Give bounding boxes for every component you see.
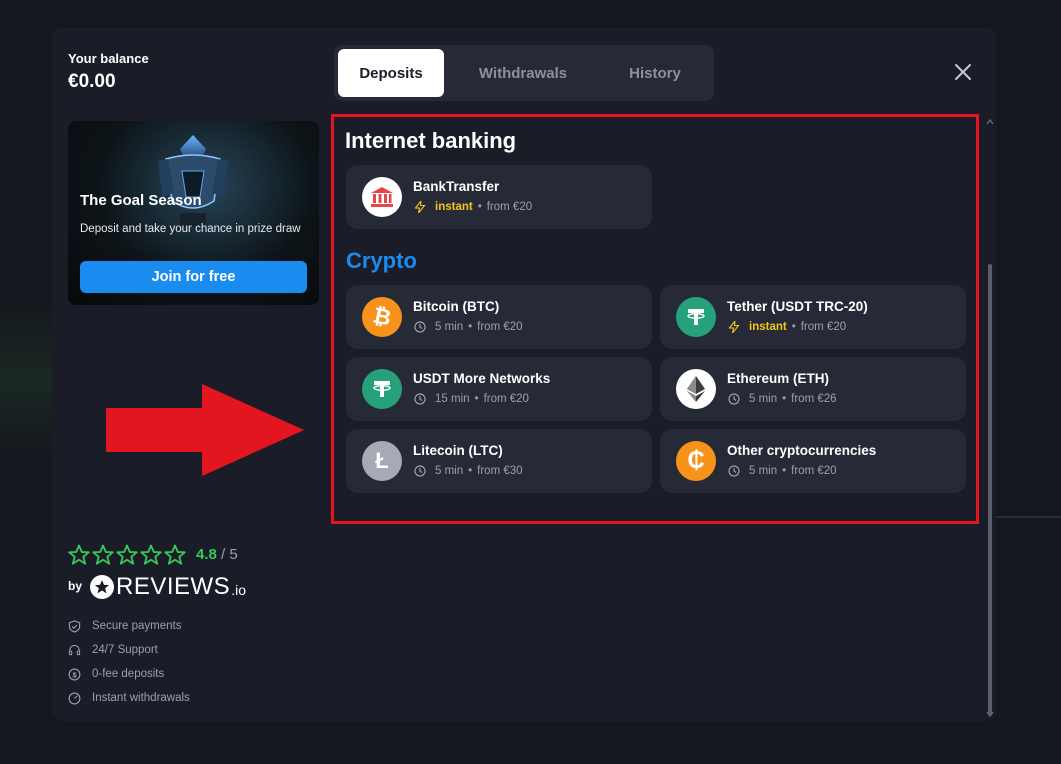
method-card-banktransfer[interactable]: BankTransfer instant • from €20 — [346, 165, 652, 229]
method-min: from €20 — [486, 201, 533, 213]
balance-value: €0.00 — [68, 71, 116, 92]
feature-item: 24/7 Support — [68, 638, 190, 662]
coin-icon: ₵ — [676, 441, 716, 481]
method-min: from €26 — [791, 393, 837, 405]
star-icon — [140, 544, 162, 565]
star-icon — [164, 544, 186, 565]
tab-deposits[interactable]: Deposits — [338, 49, 444, 97]
method-card-other-crypto[interactable]: ₵ Other cryptocurrencies 5 min • from €2… — [660, 429, 966, 493]
bank-icon — [362, 177, 402, 217]
method-min: from €20 — [791, 465, 837, 477]
star-icon — [68, 544, 90, 565]
deposit-modal: Your balance €0.00 The Goal Season Depos… — [52, 28, 996, 721]
dollar-icon: $ — [68, 668, 81, 680]
scrollbar-thumb[interactable] — [988, 264, 992, 714]
method-meta: 5 min • from €20 — [414, 321, 523, 333]
method-min: from €20 — [483, 393, 529, 405]
method-speed: 15 min — [435, 393, 470, 405]
internet-banking-title: Internet banking — [345, 128, 517, 153]
method-meta: 15 min • from €20 — [414, 393, 529, 405]
bitcoin-icon: ₿ — [362, 297, 402, 337]
method-meta: 5 min • from €20 — [728, 465, 837, 477]
crypto-title: Crypto — [346, 248, 417, 273]
rating-stars — [68, 544, 186, 566]
promo-title: The Goal Season — [80, 192, 202, 209]
method-speed: instant — [435, 201, 473, 213]
scroll-down-icon[interactable] — [986, 710, 994, 718]
method-name: Bitcoin (BTC) — [413, 299, 500, 314]
background-chart-hint — [0, 300, 60, 460]
clock-icon — [414, 465, 426, 477]
headset-icon — [68, 644, 81, 655]
tab-history[interactable]: History — [602, 49, 708, 97]
star-icon — [116, 544, 138, 565]
method-card-litecoin[interactable]: Ł Litecoin (LTC) 5 min • from €30 — [346, 429, 652, 493]
method-meta: 5 min • from €26 — [728, 393, 837, 405]
features-list: Secure payments 24/7 Support $ 0-fee dep… — [68, 614, 190, 710]
clock-icon — [728, 465, 740, 477]
feature-item: $ 0-fee deposits — [68, 662, 190, 686]
method-card-tether-trc20[interactable]: Tether (USDT TRC-20) instant • from €20 — [660, 285, 966, 349]
scroll-up-icon[interactable] — [986, 118, 994, 126]
background-line — [991, 516, 1061, 518]
method-speed: 5 min — [749, 393, 778, 405]
clock-icon — [414, 321, 426, 333]
method-card-ethereum[interactable]: Ethereum (ETH) 5 min • from €26 — [660, 357, 966, 421]
method-name: Tether (USDT TRC-20) — [727, 299, 868, 314]
feature-label: 24/7 Support — [92, 644, 158, 656]
tether-icon — [676, 297, 716, 337]
feature-item: Instant withdrawals — [68, 686, 190, 710]
feature-label: Instant withdrawals — [92, 692, 190, 704]
feature-label: 0-fee deposits — [92, 668, 165, 680]
feature-label: Secure payments — [92, 620, 182, 632]
method-name: BankTransfer — [413, 179, 500, 194]
rating-out-of: / 5 — [221, 546, 238, 563]
tab-withdrawals[interactable]: Withdrawals — [444, 49, 602, 97]
method-speed: 5 min — [749, 465, 778, 477]
reviews-by-label: by — [68, 579, 83, 593]
lightning-icon — [414, 201, 426, 213]
method-name: Litecoin (LTC) — [413, 443, 503, 458]
method-card-bitcoin[interactable]: ₿ Bitcoin (BTC) 5 min • from €20 — [346, 285, 652, 349]
method-name: USDT More Networks — [413, 371, 551, 386]
method-speed: 5 min — [435, 465, 464, 477]
method-card-usdt-more-networks[interactable]: USDT More Networks 15 min • from €20 — [346, 357, 652, 421]
close-icon[interactable] — [954, 63, 972, 81]
annotation-arrow-icon — [106, 384, 304, 476]
shield-icon — [68, 619, 81, 633]
feature-item: Secure payments — [68, 614, 190, 638]
method-name: Other cryptocurrencies — [727, 443, 877, 458]
clock-icon — [414, 393, 426, 405]
lightning-icon — [728, 321, 740, 333]
reviews-brand: REVIEWS — [116, 573, 231, 600]
rating-score: 4.8 / 5 — [196, 546, 238, 563]
method-meta: 5 min • from €30 — [414, 465, 523, 477]
litecoin-icon: Ł — [362, 441, 402, 481]
method-min: from €30 — [477, 465, 523, 477]
method-min: from €20 — [800, 321, 847, 333]
tab-bar: Deposits Withdrawals History — [334, 45, 714, 101]
method-name: Ethereum (ETH) — [727, 371, 830, 386]
method-min: from €20 — [477, 321, 523, 333]
rating-value: 4.8 — [196, 546, 217, 563]
trophy-icon — [158, 135, 228, 227]
tether-icon — [362, 369, 402, 409]
speedometer-icon — [68, 692, 81, 704]
reviews-io-logo[interactable]: REVIEWS .io — [90, 573, 246, 601]
star-icon — [92, 544, 114, 565]
promo-text: Deposit and take your chance in prize dr… — [80, 223, 301, 235]
join-for-free-button[interactable]: Join for free — [80, 261, 307, 293]
promo-banner[interactable]: The Goal Season Deposit and take your ch… — [68, 121, 319, 305]
clock-icon — [728, 393, 740, 405]
method-speed: instant — [749, 321, 787, 333]
reviews-suffix: .io — [231, 582, 246, 598]
svg-text:$: $ — [72, 670, 77, 679]
balance-label: Your balance — [68, 51, 149, 66]
method-meta: instant • from €20 — [414, 201, 532, 213]
method-speed: 5 min — [435, 321, 464, 333]
star-badge-icon — [90, 575, 114, 599]
method-meta: instant • from €20 — [728, 321, 846, 333]
ethereum-icon — [676, 369, 716, 409]
